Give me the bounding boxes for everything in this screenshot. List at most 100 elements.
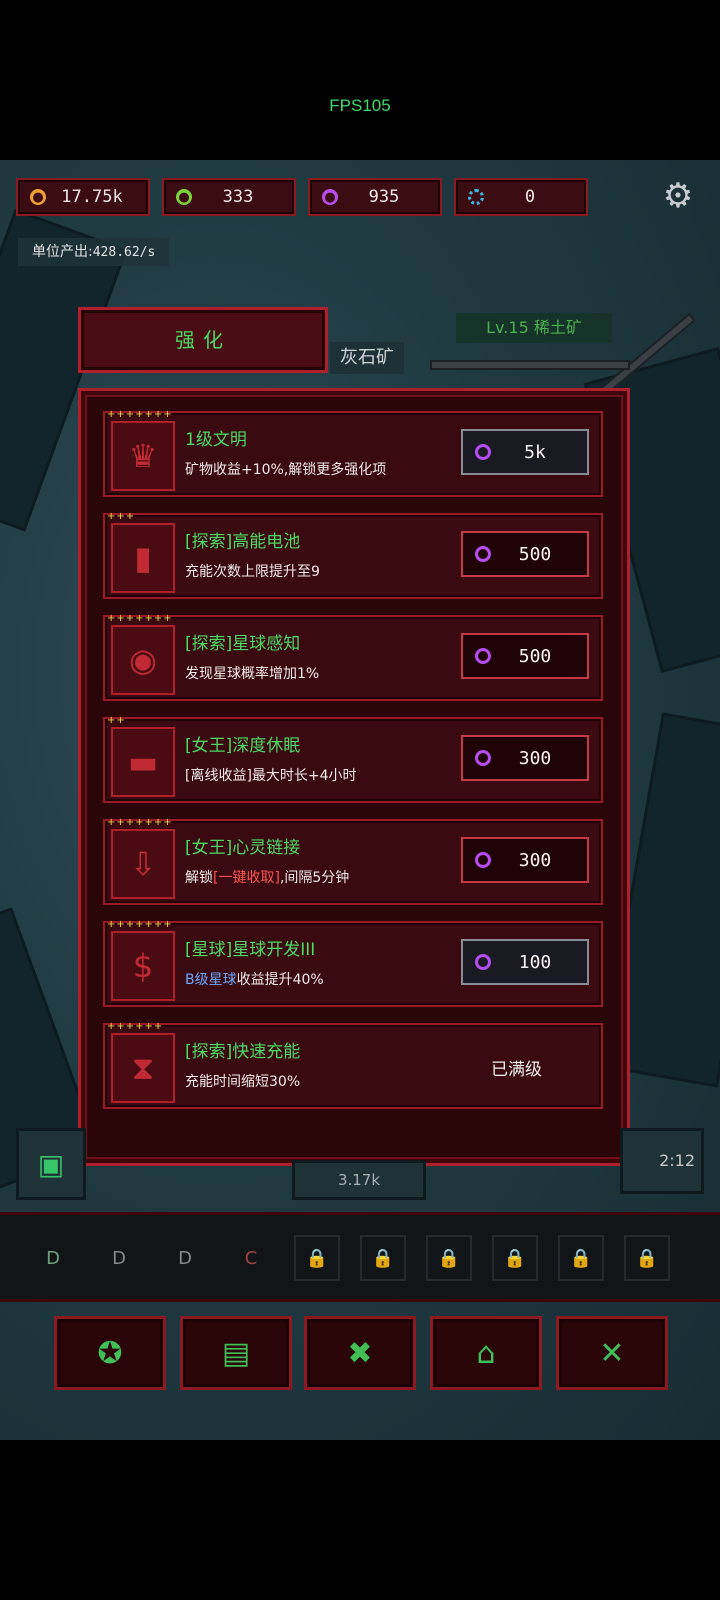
upgrade-panel: +++++++ ♛ 1级文明 矿物收益+10%,解锁更多强化项 5k +++ ▮… (78, 388, 630, 1166)
mine-level-label[interactable]: Lv.15 稀土矿 (456, 313, 612, 343)
purple-crystal-icon (475, 750, 491, 766)
upgrade-title: [探索]高能电池 (185, 532, 301, 552)
upgrade-row[interactable]: ++ ▬ [女王]深度休眠 [离线收益]最大时长+4小时 300 (103, 715, 603, 803)
desc-highlight: B级星球 (185, 972, 237, 988)
star-rating: ++ (107, 715, 126, 726)
desc-text: ,间隔5分钟 (279, 870, 350, 886)
pipe-decoration (430, 360, 630, 370)
upgrade-row[interactable]: +++ ▮ [探索]高能电池 充能次数上限提升至9 500 (103, 511, 603, 599)
purple-crystal-icon: ● (322, 189, 338, 205)
upgrade-desc: 矿物收益+10%,解锁更多强化项 (185, 462, 387, 478)
unit-grade: C (244, 1247, 258, 1269)
planet-icon[interactable]: ✪ (54, 1316, 166, 1390)
blue-core-icon (468, 189, 484, 205)
hourglass-icon: ⧗ (111, 1033, 175, 1103)
upgrade-desc: B级星球收益提升40% (185, 969, 324, 989)
purple-crystal-icon (475, 546, 491, 562)
cost-value: 500 (518, 543, 552, 565)
storage-chest-icon[interactable]: ▣ (16, 1128, 86, 1200)
cost-value: 5k (524, 441, 546, 463)
collect-icon: ⇩ (111, 829, 175, 899)
upgrade-desc: 充能时间缩短30% (185, 1074, 301, 1090)
timer-label[interactable]: 2:12 (620, 1128, 704, 1194)
cash-icon[interactable]: ▤ (180, 1316, 292, 1390)
unit-output-label: 单位产出: (32, 244, 93, 260)
unit-output-value: 428.62/s (92, 245, 156, 260)
purple-crystal-icon (475, 852, 491, 868)
lock-icon[interactable]: 🔒 (360, 1235, 406, 1281)
cost-button[interactable]: 300 (461, 837, 589, 883)
cost-button[interactable]: 300 (461, 735, 589, 781)
upgrade-desc: [离线收益]最大时长+4小时 (185, 768, 357, 784)
upgrade-row[interactable]: +++++++ $ [星球]星球开发III B级星球收益提升40% 100 (103, 919, 603, 1007)
star-rating: +++++++ (107, 409, 173, 420)
upgrade-title: [女王]心灵链接 (185, 838, 301, 858)
gold-coin-icon: ● (30, 189, 46, 205)
cost-value: 100 (518, 951, 552, 973)
upgrade-title: [探索]快速充能 (185, 1042, 301, 1062)
unit-grade: D (46, 1247, 60, 1269)
star-rating: ++++++ (107, 1021, 164, 1032)
cost-button[interactable]: 500 (461, 531, 589, 577)
upgrade-desc: 发现星球概率增加1% (185, 666, 320, 682)
upgrade-desc: 解锁[一键收取],间隔5分钟 (185, 867, 349, 887)
lock-icon[interactable]: 🔒 (492, 1235, 538, 1281)
resource-value: 333 (222, 187, 254, 207)
upgrade-title: [女王]深度休眠 (185, 736, 301, 756)
swords-icon[interactable]: ✕ (556, 1316, 668, 1390)
upgrade-row[interactable]: +++++++ ⇩ [女王]心灵链接 解锁[一键收取],间隔5分钟 300 (103, 817, 603, 905)
cost-value: 500 (518, 645, 552, 667)
unit-slot-bar: D D D C 🔒 🔒 🔒 🔒 🔒 🔒 (0, 1212, 720, 1302)
tools-icon[interactable]: ✖ (304, 1316, 416, 1390)
unit-grade: D (112, 1247, 126, 1269)
desc-text: 解锁 (185, 870, 213, 886)
resource-blue: 0 (454, 178, 588, 216)
bottom-resource-value: 3.17k (292, 1160, 426, 1200)
cost-button[interactable]: 500 (461, 633, 589, 679)
star-rating: +++++++ (107, 817, 173, 828)
green-gem-icon: ● (176, 189, 192, 205)
desc-highlight: [一键收取] (213, 870, 280, 886)
unit-slot[interactable]: D (96, 1235, 142, 1281)
lock-icon[interactable]: 🔒 (294, 1235, 340, 1281)
gift-icon[interactable]: ⌂ (430, 1316, 542, 1390)
mine-label[interactable]: 灰石矿 (330, 342, 404, 374)
resource-gold: ● 17.75k (16, 178, 150, 216)
star-rating: +++++++ (107, 919, 173, 930)
unit-slot[interactable]: D (162, 1235, 208, 1281)
purple-crystal-icon (475, 954, 491, 970)
cost-value: 300 (518, 747, 552, 769)
resource-value: 935 (368, 187, 400, 207)
upgrade-desc: 充能次数上限提升至9 (185, 564, 320, 580)
cost-value: 300 (518, 849, 552, 871)
tab-upgrade[interactable]: 强化 (78, 307, 328, 373)
upgrade-title: [探索]星球感知 (185, 634, 301, 654)
unit-slot[interactable]: D (30, 1235, 76, 1281)
lock-icon[interactable]: 🔒 (624, 1235, 670, 1281)
maxed-label: 已满级 (491, 1060, 542, 1080)
battery-icon: ▮ (111, 523, 175, 593)
lock-icon[interactable]: 🔒 (558, 1235, 604, 1281)
upgrade-row[interactable]: +++++++ ◉ [探索]星球感知 发现星球概率增加1% 500 (103, 613, 603, 701)
gear-icon[interactable]: ⚙ (660, 178, 696, 214)
dollar-icon: $ (111, 931, 175, 1001)
cost-button[interactable]: 5k (461, 429, 589, 475)
cost-button[interactable]: 100 (461, 939, 589, 985)
unit-slot[interactable]: C (228, 1235, 274, 1281)
upgrade-row[interactable]: +++++++ ♛ 1级文明 矿物收益+10%,解锁更多强化项 5k (103, 409, 603, 497)
upgrade-title: [星球]星球开发III (185, 940, 316, 960)
resource-value: 0 (524, 187, 536, 207)
upgrade-title: 1级文明 (185, 430, 247, 450)
resource-green: ● 333 (162, 178, 296, 216)
resource-value: 17.75k (61, 187, 123, 207)
eye-icon: ◉ (111, 625, 175, 695)
resource-purple: ● 935 (308, 178, 442, 216)
purple-crystal-icon (475, 648, 491, 664)
desc-text: 收益提升40% (236, 972, 324, 988)
bed-icon: ▬ (111, 727, 175, 797)
upgrade-row: ++++++ ⧗ [探索]快速充能 充能时间缩短30% 已满级 (103, 1021, 603, 1109)
star-rating: +++++++ (107, 613, 173, 624)
lock-icon[interactable]: 🔒 (426, 1235, 472, 1281)
purple-crystal-icon (475, 444, 491, 460)
crown-icon: ♛ (111, 421, 175, 491)
